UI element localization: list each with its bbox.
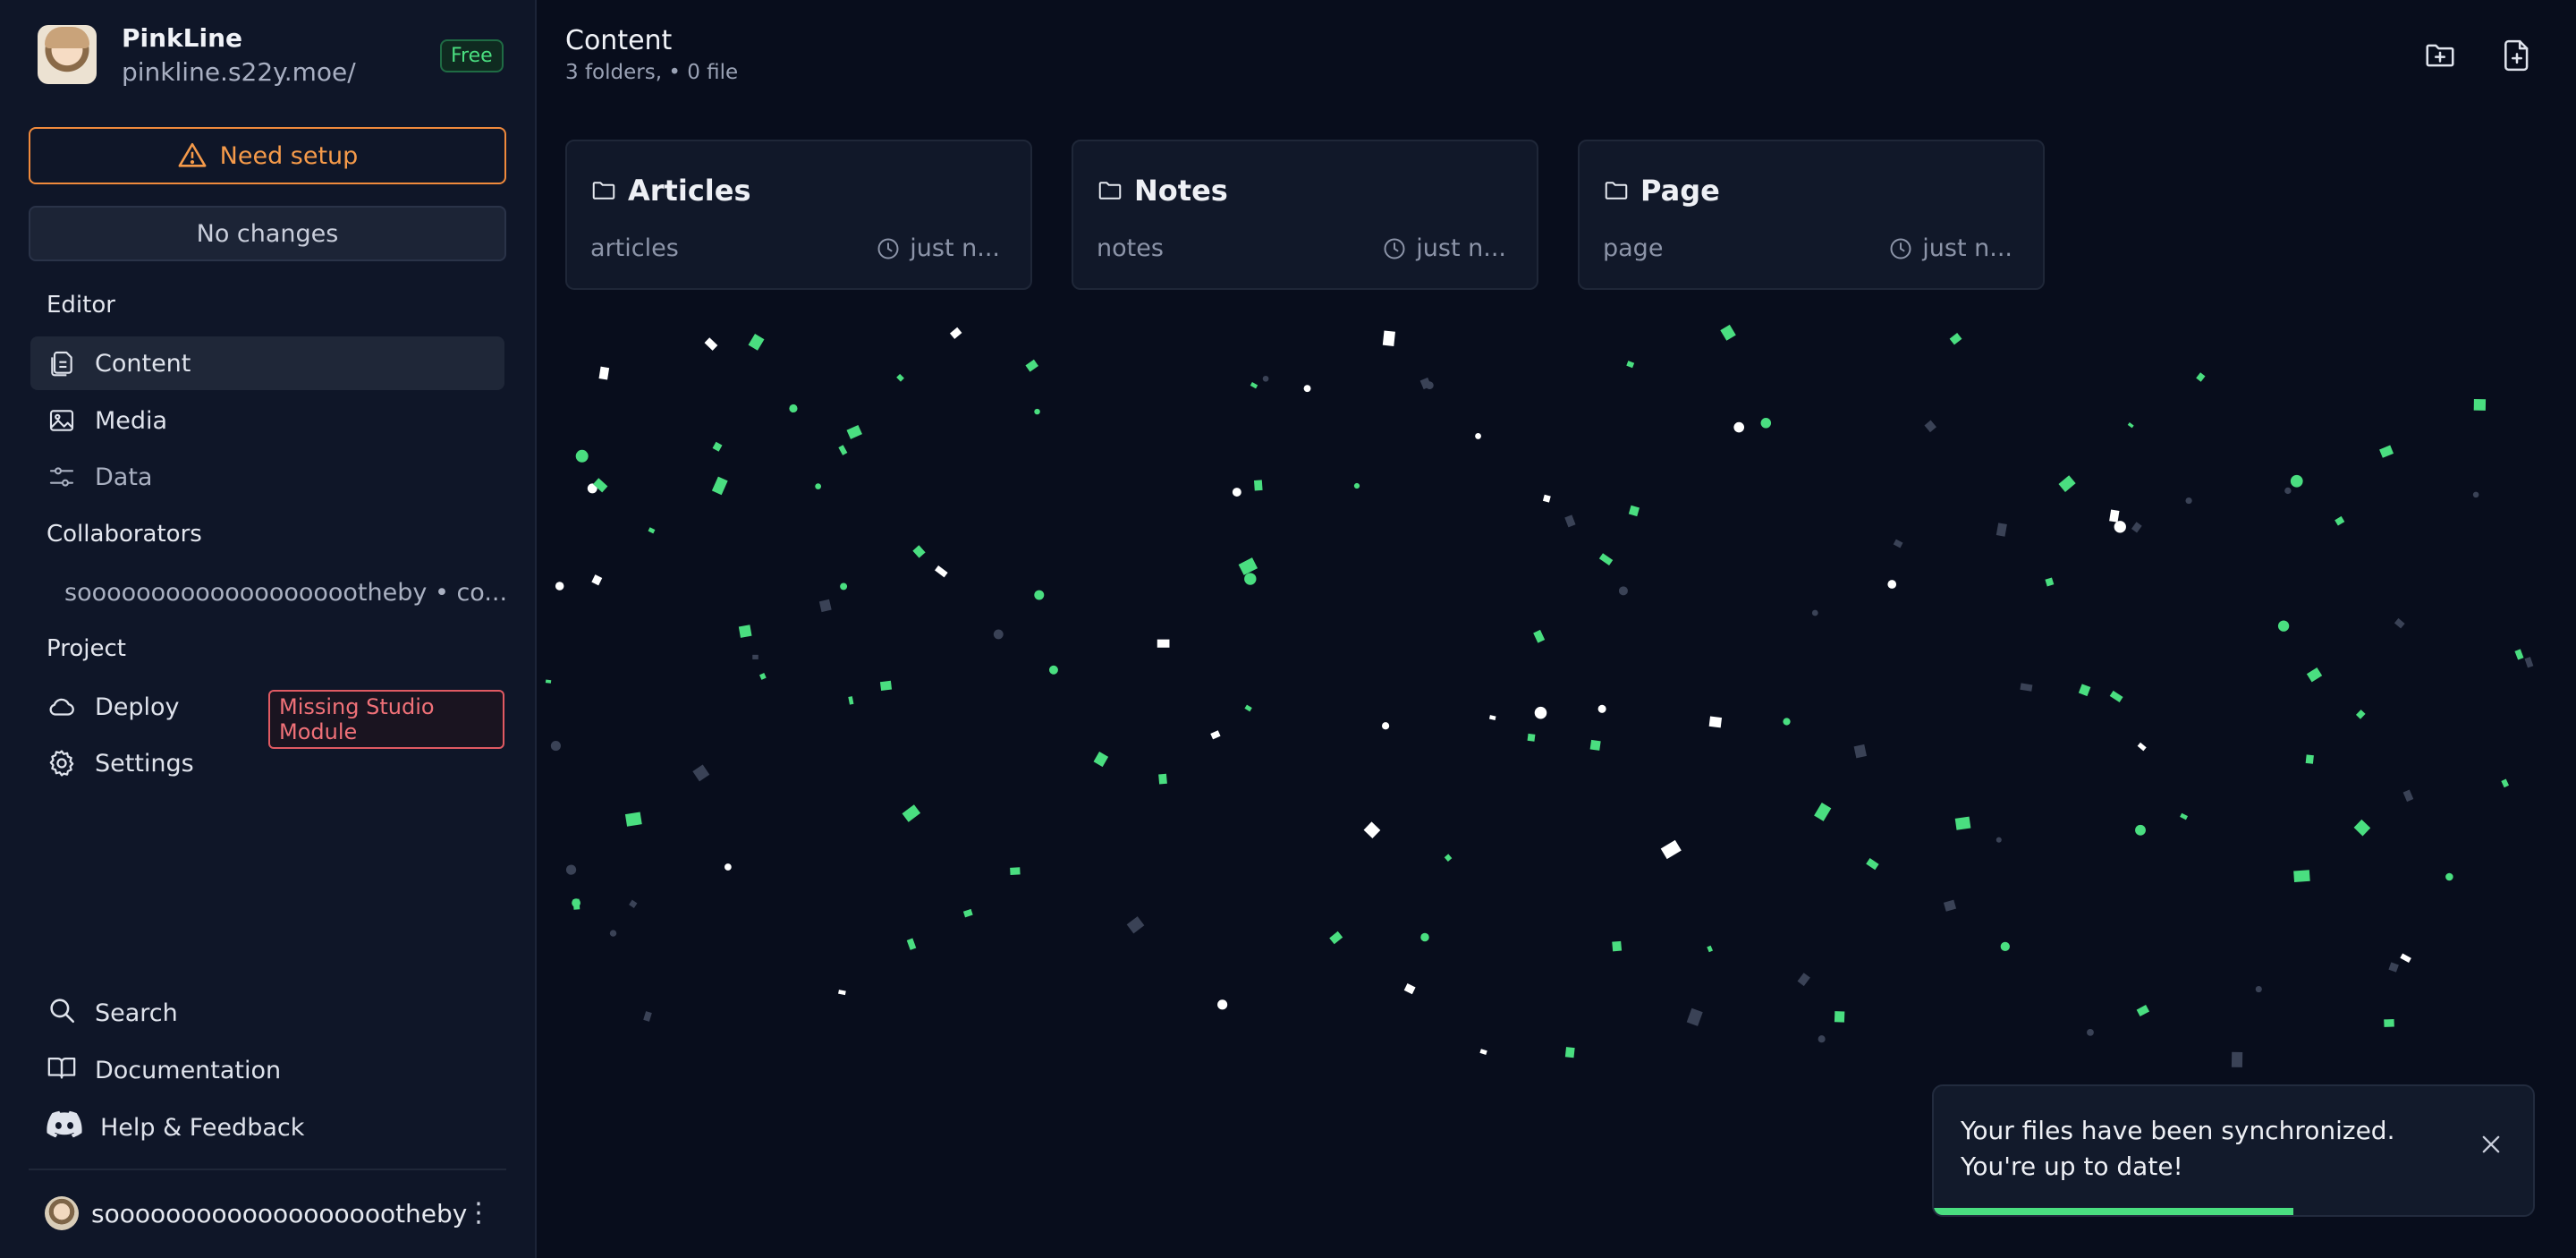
sync-toast: Your files have been synchronized. You'r… bbox=[1932, 1084, 2535, 1217]
sidebar-item-content[interactable]: Content bbox=[30, 336, 504, 390]
need-setup-label: Need setup bbox=[219, 141, 359, 170]
page-subtitle: 3 folders, • 0 file bbox=[565, 61, 739, 84]
folder-card-title: Notes bbox=[1097, 174, 1228, 208]
sidebar-item-label: Media bbox=[95, 406, 168, 435]
files-icon bbox=[47, 348, 77, 378]
folder-card-notes[interactable]: Notes notes just n... bbox=[1072, 140, 1538, 290]
sidebar-item-label: Settings bbox=[95, 749, 194, 778]
user-menu[interactable]: soooooooooooooooooootheby ⋮ bbox=[30, 1188, 504, 1238]
sidebar-item-label: Help & Feedback bbox=[100, 1113, 305, 1142]
new-folder-button[interactable] bbox=[2420, 36, 2460, 75]
cloud-icon bbox=[47, 692, 77, 722]
project-name: PinkLine bbox=[122, 23, 243, 53]
sidebar-item-label: Documentation bbox=[95, 1056, 282, 1084]
folder-updated-text: just n... bbox=[1922, 234, 2012, 262]
clock-icon bbox=[1384, 238, 1405, 259]
search-icon bbox=[47, 995, 77, 1032]
app-window: PinkLine pinkline.s22y.moe/ Free Need se… bbox=[0, 0, 2576, 1258]
toast-message: Your files have been synchronized. You'r… bbox=[1961, 1116, 2395, 1181]
project-brand[interactable]: PinkLine pinkline.s22y.moe/ Free bbox=[38, 23, 504, 89]
file-plus-icon bbox=[2504, 39, 2529, 72]
sidebar-item-label: Deploy bbox=[95, 693, 180, 721]
toast-progress-track bbox=[1934, 1208, 2533, 1215]
clock-icon bbox=[877, 238, 899, 259]
sidebar-item-search[interactable]: Search bbox=[30, 988, 504, 1038]
sidebar-item-settings[interactable]: Settings bbox=[30, 736, 504, 790]
main-content: Content 3 folders, • 0 file Articles art… bbox=[537, 0, 2576, 1258]
close-icon bbox=[2482, 1135, 2500, 1153]
clock-icon bbox=[1890, 238, 1911, 259]
collaborator-item[interactable]: soooooooooooooooooootheby • co... bbox=[30, 565, 508, 619]
gear-icon bbox=[47, 748, 77, 778]
discord-icon bbox=[47, 1110, 82, 1145]
folder-card-title: Articles bbox=[590, 174, 751, 208]
folder-icon bbox=[592, 182, 615, 200]
sidebar-item-media[interactable]: Media bbox=[30, 394, 504, 447]
no-changes-button[interactable]: No changes bbox=[29, 206, 506, 261]
sidebar-item-help[interactable]: Help & Feedback bbox=[30, 1102, 504, 1152]
need-setup-button[interactable]: Need setup bbox=[29, 127, 506, 184]
toast-close-button[interactable] bbox=[2476, 1129, 2506, 1160]
sidebar-item-documentation[interactable]: Documentation bbox=[30, 1045, 504, 1095]
sidebar-item-label: Content bbox=[95, 349, 191, 378]
project-avatar bbox=[38, 25, 97, 84]
folder-card-title: Page bbox=[1603, 174, 1720, 208]
section-editor: Editor bbox=[47, 292, 115, 319]
folder-updated: just n... bbox=[1382, 234, 1506, 262]
folder-updated: just n... bbox=[876, 234, 1000, 262]
book-icon bbox=[47, 1052, 77, 1089]
sidebar-divider bbox=[29, 1169, 506, 1170]
project-url[interactable]: pinkline.s22y.moe/ bbox=[122, 57, 356, 87]
folder-updated: just n... bbox=[1888, 234, 2012, 262]
sidebar: PinkLine pinkline.s22y.moe/ Free Need se… bbox=[0, 0, 537, 1258]
folder-name: Page bbox=[1640, 174, 1720, 208]
sidebar-item-label: Search bbox=[95, 999, 178, 1027]
page-title: Content bbox=[565, 25, 673, 56]
folder-card-articles[interactable]: Articles articles just n... bbox=[565, 140, 1032, 290]
section-project: Project bbox=[47, 635, 126, 662]
section-collaborators: Collaborators bbox=[47, 521, 202, 548]
folder-slug: notes bbox=[1097, 234, 1164, 262]
folder-updated-text: just n... bbox=[910, 234, 1000, 262]
sidebar-item-label: Data bbox=[95, 463, 153, 491]
user-avatar bbox=[45, 1196, 79, 1230]
sidebar-item-data[interactable]: Data bbox=[30, 450, 504, 504]
folder-name: Notes bbox=[1134, 174, 1228, 208]
image-icon bbox=[47, 405, 77, 436]
warning-icon bbox=[178, 142, 207, 167]
kebab-menu-icon[interactable]: ⋮ bbox=[465, 1197, 492, 1228]
folder-icon bbox=[1098, 182, 1122, 200]
folder-name: Articles bbox=[628, 174, 751, 208]
collaborator-name: soooooooooooooooooootheby • co... bbox=[64, 578, 508, 607]
folder-updated-text: just n... bbox=[1416, 234, 1506, 262]
sidebar-item-deploy[interactable]: Deploy Missing Studio Module bbox=[30, 680, 504, 749]
folder-slug: articles bbox=[590, 234, 679, 262]
folder-card-page[interactable]: Page page just n... bbox=[1578, 140, 2045, 290]
plan-badge: Free bbox=[440, 39, 504, 72]
folder-plus-icon bbox=[2426, 44, 2454, 67]
folder-icon bbox=[1605, 182, 1628, 200]
new-file-button[interactable] bbox=[2497, 36, 2537, 75]
sliders-icon bbox=[47, 462, 77, 492]
user-name: soooooooooooooooooootheby bbox=[91, 1198, 468, 1228]
toast-progress-bar bbox=[1934, 1208, 2293, 1215]
folder-slug: page bbox=[1603, 234, 1664, 262]
